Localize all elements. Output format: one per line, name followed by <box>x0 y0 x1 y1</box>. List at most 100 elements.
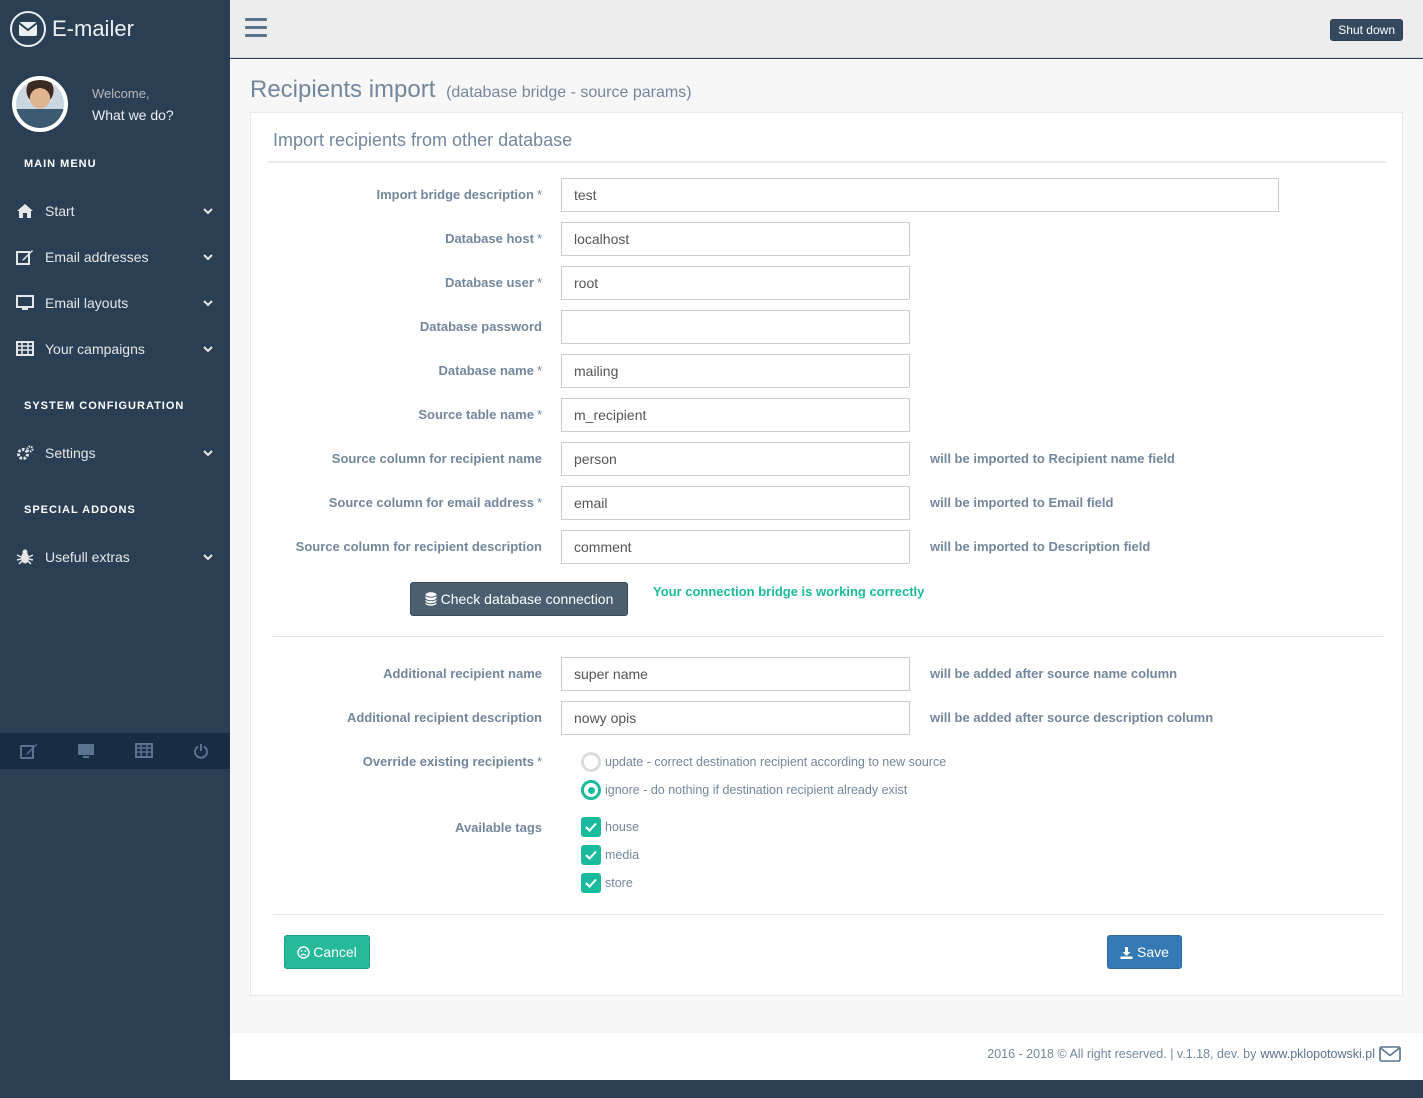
radio-label: ignore - do nothing if destination recip… <box>605 783 908 797</box>
radio-option-ignore[interactable]: ignore - do nothing if destination recip… <box>581 780 907 800</box>
sidebar-item-settings[interactable]: Settings <box>0 430 230 476</box>
desktop-icon[interactable] <box>58 733 116 769</box>
sidebar-item-start[interactable]: Start <box>0 188 230 234</box>
source-table-input[interactable] <box>561 398 910 432</box>
page-title-text: Recipients import <box>250 76 436 103</box>
additional-name-input[interactable] <box>561 657 910 691</box>
main-content: Recipients import (database bridge - sou… <box>230 59 1423 1034</box>
table-icon[interactable] <box>115 733 173 769</box>
download-icon <box>1120 946 1133 959</box>
form-row-import-desc: Import bridge description * <box>251 178 1404 212</box>
save-label: Save <box>1137 944 1169 960</box>
cogs-icon <box>15 443 35 463</box>
author-link[interactable]: www.pklopotowski.pl <box>1260 1047 1375 1061</box>
database-user-input[interactable] <box>561 266 910 300</box>
envelope-icon <box>10 11 46 47</box>
field-hint: will be added after source name column <box>930 666 1178 681</box>
field-hint: will be imported to Description field <box>930 539 1151 554</box>
source-email-column-input[interactable] <box>561 486 910 520</box>
menu-section-main: MAIN MENU <box>24 158 97 170</box>
sidebar-item-label: Email addresses <box>45 249 149 265</box>
database-icon <box>424 592 437 606</box>
check-connection-label: Check database connection <box>440 591 614 607</box>
desktop-icon <box>15 293 35 313</box>
check-connection-button[interactable]: Check database connection <box>410 582 628 616</box>
form-row-db-host: Database host * <box>251 222 1404 256</box>
footer-text: 2016 - 2018 © All right reserved. | v.1.… <box>987 1046 1401 1062</box>
field-label: Source column for recipient name <box>331 451 542 466</box>
brand[interactable]: E-mailer <box>0 0 230 58</box>
shutdown-button[interactable]: Shut down <box>1330 19 1403 41</box>
checkbox[interactable] <box>581 817 601 837</box>
radio-button[interactable] <box>581 780 601 800</box>
field-label: Source table name * <box>418 407 542 422</box>
welcome-text: Welcome, <box>92 85 150 101</box>
field-label: Available tags <box>455 820 542 835</box>
field-hint: will be imported to Recipient name field <box>930 451 1175 466</box>
profile-name: What we do? <box>92 106 174 123</box>
form-row-db-password: Database password <box>251 310 1404 344</box>
cancel-button[interactable]: Cancel <box>284 935 370 969</box>
sidebar-item-label: Settings <box>45 445 96 461</box>
chevron-down-icon <box>203 254 213 261</box>
power-icon[interactable] <box>173 733 231 769</box>
form-row-tags: Available tags <box>251 811 1404 845</box>
chevron-down-icon <box>203 346 213 353</box>
source-description-column-input[interactable] <box>561 530 910 564</box>
form-row-src-desc-col: Source column for recipient description … <box>251 530 1404 564</box>
check-icon <box>585 878 597 888</box>
sidebar-item-label: Your campaigns <box>45 341 145 357</box>
field-label: Database password <box>419 319 542 334</box>
database-password-input[interactable] <box>561 310 910 344</box>
menu-toggle-icon[interactable] <box>245 18 267 38</box>
database-name-input[interactable] <box>561 354 910 388</box>
chevron-down-icon <box>203 450 213 457</box>
bug-icon <box>15 547 35 567</box>
cancel-label: Cancel <box>313 944 357 960</box>
field-label: Database host * <box>445 231 542 246</box>
field-label: Override existing recipients * <box>362 754 542 769</box>
form-row-src-email-col: Source column for email address* will be… <box>251 486 1404 520</box>
field-label: Source column for recipient description <box>295 539 542 554</box>
sidebar-item-email-layouts[interactable]: Email layouts <box>0 280 230 326</box>
radio-option-update[interactable]: update - correct destination recipient a… <box>581 752 946 772</box>
form-row-db-name: Database name * <box>251 354 1404 388</box>
tag-checkbox-media[interactable]: media <box>581 845 639 865</box>
envelope-icon <box>1379 1046 1401 1062</box>
field-label: Import bridge description * <box>376 187 542 202</box>
menu-section-system: SYSTEM CONFIGURATION <box>24 400 185 412</box>
menu-section-addons: SPECIAL ADDONS <box>24 504 136 516</box>
import-panel: Import recipients from other database Im… <box>250 112 1403 996</box>
sidebar-item-your-campaigns[interactable]: Your campaigns <box>0 326 230 372</box>
check-icon <box>585 850 597 860</box>
radio-label: update - correct destination recipient a… <box>605 755 947 769</box>
tag-checkbox-house[interactable]: house <box>581 817 639 837</box>
field-hint: will be imported to Email field <box>930 495 1114 510</box>
database-host-input[interactable] <box>561 222 910 256</box>
form-row-src-table: Source table name * <box>251 398 1404 432</box>
checkbox-label: house <box>605 820 640 834</box>
tag-checkbox-store[interactable]: store <box>581 873 633 893</box>
source-name-column-input[interactable] <box>561 442 910 476</box>
sidebar: E-mailer Welcome, What we do? MAIN MENU … <box>0 0 230 1098</box>
table-icon <box>15 339 35 359</box>
sidebar-item-usefull-extras[interactable]: Usefull extras <box>0 534 230 580</box>
save-button[interactable]: Save <box>1107 935 1182 969</box>
divider <box>268 161 1386 163</box>
avatar <box>12 76 68 132</box>
edit-icon[interactable] <box>0 733 58 769</box>
edit-icon <box>15 247 35 267</box>
field-hint: will be added after source description c… <box>930 710 1214 725</box>
additional-description-input[interactable] <box>561 701 910 735</box>
checkbox[interactable] <box>581 873 601 893</box>
profile: Welcome, What we do? <box>0 58 230 146</box>
footer: 2016 - 2018 © All right reserved. | v.1.… <box>230 1034 1423 1080</box>
sidebar-item-label: Usefull extras <box>45 549 130 565</box>
checkbox[interactable] <box>581 845 601 865</box>
import-description-input[interactable] <box>561 178 1279 212</box>
sidebar-item-email-addresses[interactable]: Email addresses <box>0 234 230 280</box>
form-row-db-user: Database user * <box>251 266 1404 300</box>
field-label: Additional recipient name <box>383 666 542 681</box>
form-row-src-name-col: Source column for recipient name will be… <box>251 442 1404 476</box>
radio-button[interactable] <box>581 752 601 772</box>
